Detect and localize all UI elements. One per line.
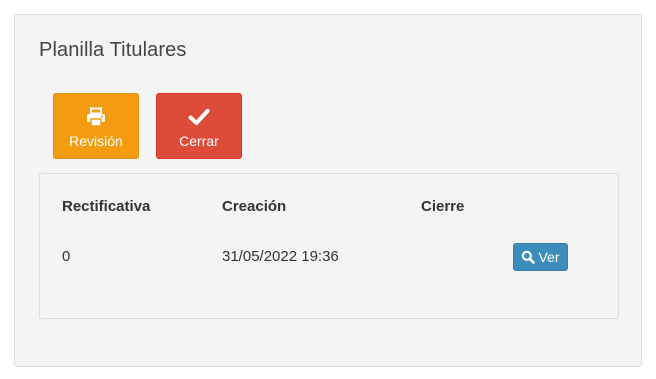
revision-button-label: Revisión	[69, 133, 123, 149]
cell-rectificativa: 0	[62, 248, 71, 265]
ver-button-label: Ver	[538, 249, 560, 265]
rectificativas-table: Rectificativa Creación Cierre 0 31/05/20…	[39, 173, 619, 319]
header-rectificativa: Rectificativa	[62, 198, 151, 215]
search-icon	[521, 250, 536, 264]
panel-title: Planilla Titulares	[39, 39, 187, 61]
ver-button[interactable]: Ver	[513, 243, 568, 271]
header-creacion: Creación	[222, 198, 287, 215]
header-cierre: Cierre	[421, 198, 465, 215]
cerrar-button-label: Cerrar	[179, 133, 219, 149]
planilla-panel: Planilla Titulares Revisión Cerrar Recti…	[14, 14, 642, 367]
cell-creacion: 31/05/2022 19:36	[222, 248, 339, 265]
check-icon	[188, 105, 210, 129]
cerrar-button[interactable]: Cerrar	[156, 93, 242, 159]
revision-button[interactable]: Revisión	[53, 93, 139, 159]
print-icon	[86, 105, 106, 129]
